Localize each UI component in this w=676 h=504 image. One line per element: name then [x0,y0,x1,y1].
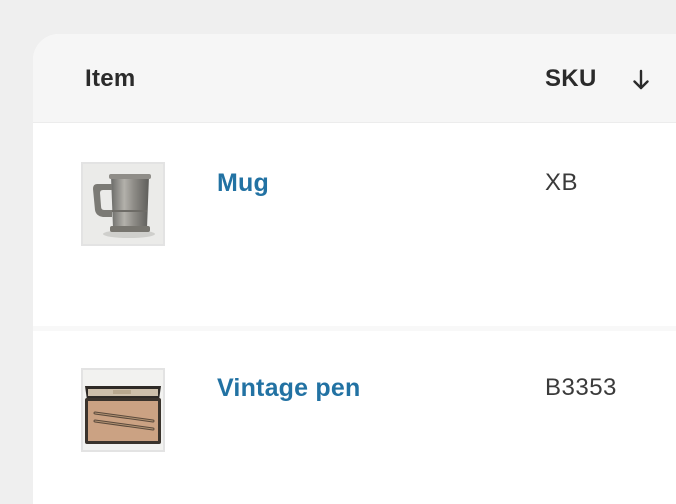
sort-descending-button[interactable] [629,68,653,92]
arrow-down-icon [629,68,653,92]
sku-value: XB [545,169,578,197]
pewter-mug-image [83,164,163,244]
table-row[interactable]: Mug XB [33,123,676,331]
item-link-mug[interactable]: Mug [217,169,269,198]
item-thumbnail[interactable] [81,368,165,452]
pen-case-image [83,370,163,450]
table-header: Item SKU [33,34,676,123]
column-header-item[interactable]: Item [85,65,136,93]
sku-value: B3353 [545,374,617,402]
table-row[interactable]: Vintage pen B3353 [33,331,676,504]
item-thumbnail[interactable] [81,162,165,246]
column-header-sku[interactable]: SKU [545,65,597,93]
product-table: Item SKU [33,34,676,504]
item-link-vintage-pen[interactable]: Vintage pen [217,374,360,403]
